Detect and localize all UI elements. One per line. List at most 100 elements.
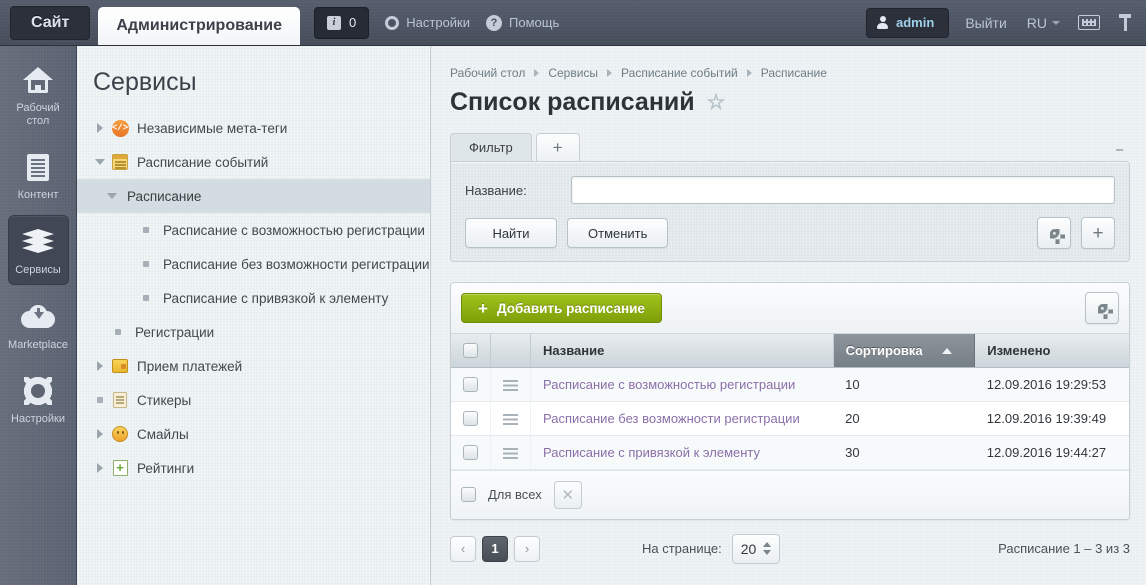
filter-panel: Фильтр + − Название: Найти Отменить + bbox=[450, 133, 1130, 262]
table-row[interactable]: Расписание без возможности регистрации 2… bbox=[451, 401, 1129, 436]
tree-item-stickers[interactable]: Стикеры bbox=[77, 383, 430, 417]
next-page-button[interactable]: › bbox=[514, 535, 540, 562]
row-name-link[interactable]: Расписание без возможности регистрации bbox=[543, 411, 800, 426]
chevron-right-icon[interactable] bbox=[93, 463, 107, 473]
grid-settings-button[interactable] bbox=[1085, 292, 1119, 324]
row-modified-cell: 12.09.2016 19:39:49 bbox=[974, 401, 1129, 436]
tree-item-event-schedule[interactable]: Расписание событий bbox=[77, 145, 430, 179]
rail-item-marketplace[interactable]: Marketplace bbox=[8, 291, 69, 359]
row-name-link[interactable]: Расписание с возможностью регистрации bbox=[543, 377, 795, 392]
chevron-right-icon[interactable] bbox=[93, 361, 107, 371]
menu-icon[interactable] bbox=[503, 413, 518, 425]
select-all-rows-checkbox[interactable] bbox=[461, 487, 476, 502]
collapse-filter-button[interactable]: − bbox=[1115, 143, 1124, 158]
rail-item-desktop[interactable]: Рабочий стол bbox=[8, 54, 69, 135]
breadcrumb-item[interactable]: Расписание событий bbox=[621, 66, 738, 80]
tree-panel-title: Сервисы bbox=[93, 68, 197, 96]
bullet-icon bbox=[143, 227, 149, 233]
pin-icon[interactable] bbox=[1118, 13, 1132, 32]
rail-item-content[interactable]: Контент bbox=[8, 141, 69, 209]
keyboard-icon[interactable] bbox=[1078, 15, 1100, 30]
bullet-icon bbox=[115, 329, 121, 335]
tree-item-smiles[interactable]: Смайлы bbox=[77, 417, 430, 451]
settings-link[interactable]: Настройки bbox=[385, 15, 470, 30]
column-header-sort[interactable]: Сортировка bbox=[833, 334, 976, 368]
grid-footer: Для всех ✕ bbox=[451, 469, 1129, 519]
site-tab[interactable]: Сайт bbox=[10, 5, 91, 40]
tree-item-registrations[interactable]: Регистрации bbox=[77, 315, 430, 349]
user-label: admin bbox=[896, 15, 935, 30]
row-checkbox[interactable] bbox=[463, 411, 478, 427]
chevron-down-icon[interactable] bbox=[105, 193, 119, 199]
user-button[interactable]: admin bbox=[866, 7, 950, 38]
add-schedule-button[interactable]: + Добавить расписание bbox=[461, 293, 662, 323]
filter-name-input[interactable] bbox=[571, 176, 1115, 204]
rail-item-settings[interactable]: Настройки bbox=[8, 365, 69, 433]
tree-item-schedule[interactable]: Расписание bbox=[77, 179, 430, 213]
breadcrumb-item[interactable]: Расписание bbox=[761, 66, 827, 80]
row-checkbox[interactable] bbox=[463, 377, 478, 393]
language-selector[interactable]: RU bbox=[1027, 15, 1060, 31]
filter-tabs: Фильтр + − bbox=[450, 133, 1130, 161]
sticker-icon bbox=[111, 392, 129, 408]
delete-selected-button[interactable]: ✕ bbox=[553, 480, 582, 509]
tab-add-filter[interactable]: + bbox=[535, 133, 580, 161]
table-row[interactable]: Расписание с привязкой к элементу 30 12.… bbox=[451, 435, 1129, 470]
per-page-select[interactable]: 20 bbox=[731, 533, 781, 564]
plus-icon: + bbox=[1092, 222, 1104, 244]
tree-item-ratings[interactable]: Рейтинги bbox=[77, 451, 430, 485]
tree-item-payments[interactable]: Прием платежей bbox=[77, 349, 430, 383]
column-header-modified[interactable]: Изменено bbox=[974, 334, 1129, 368]
menu-icon[interactable] bbox=[503, 379, 518, 391]
logout-link[interactable]: Выйти bbox=[965, 15, 1006, 31]
row-sort-cell: 10 bbox=[833, 367, 975, 402]
prev-page-button[interactable]: ‹ bbox=[450, 535, 476, 562]
breadcrumb: Рабочий стол Сервисы Расписание событий … bbox=[432, 46, 1146, 80]
rail-item-services[interactable]: Сервисы bbox=[7, 215, 69, 285]
help-link[interactable]: ? Помощь bbox=[486, 14, 559, 31]
chevron-right-icon bbox=[746, 69, 752, 77]
chevron-down-icon bbox=[1052, 20, 1060, 25]
site-tab-label: Сайт bbox=[31, 13, 70, 31]
row-actions-cell bbox=[490, 367, 531, 402]
tree-item-label: Рейтинги bbox=[137, 460, 195, 476]
rail-item-marketplace-label: Marketplace bbox=[8, 339, 68, 351]
select-all-checkbox[interactable] bbox=[463, 343, 478, 359]
bullet-icon bbox=[143, 295, 149, 301]
rail-item-settings-label: Настройки bbox=[11, 413, 65, 425]
tree-item-schedule-bound-to-element[interactable]: Расписание с привязкой к элементу bbox=[77, 281, 430, 315]
gear-icon bbox=[1097, 303, 1107, 313]
row-actions-cell bbox=[490, 435, 531, 470]
chevron-down-icon[interactable] bbox=[93, 159, 107, 165]
row-select-cell bbox=[451, 435, 491, 470]
column-header-name[interactable]: Название bbox=[530, 334, 834, 368]
admin-tab[interactable]: Администрирование bbox=[98, 7, 301, 45]
pagination-bar: ‹ 1 › На странице: 20 Расписание 1 – 3 и… bbox=[450, 533, 1130, 564]
tree-item-schedule-without-registration[interactable]: Расписание без возможности регистрации bbox=[77, 247, 430, 281]
cancel-button[interactable]: Отменить bbox=[567, 218, 669, 248]
table-row[interactable]: Расписание с возможностью регистрации 10… bbox=[451, 367, 1129, 402]
row-name-link[interactable]: Расписание с привязкой к элементу bbox=[543, 445, 760, 460]
tab-filter[interactable]: Фильтр bbox=[450, 133, 532, 161]
filter-name-label: Название: bbox=[465, 182, 527, 198]
search-button[interactable]: Найти bbox=[465, 218, 557, 248]
breadcrumb-item[interactable]: Сервисы bbox=[548, 66, 598, 80]
tree-item-meta-tags[interactable]: </> Независимые мета-теги bbox=[77, 111, 430, 145]
gear-icon bbox=[8, 374, 69, 408]
page-1-button[interactable]: 1 bbox=[482, 535, 508, 562]
row-select-cell bbox=[451, 401, 491, 436]
star-icon[interactable]: ☆ bbox=[707, 92, 726, 113]
chevron-right-icon bbox=[607, 69, 613, 77]
chevron-right-icon[interactable] bbox=[93, 429, 107, 439]
breadcrumb-item[interactable]: Рабочий стол bbox=[450, 66, 525, 80]
row-checkbox[interactable] bbox=[463, 445, 478, 461]
chevron-right-icon[interactable] bbox=[93, 123, 107, 133]
filter-add-button[interactable]: + bbox=[1081, 217, 1115, 249]
top-navigation-bar: Сайт Администрирование i 0 Настройки ? П… bbox=[0, 0, 1146, 46]
notifications-button[interactable]: i 0 bbox=[314, 6, 370, 39]
cancel-button-label: Отменить bbox=[588, 225, 648, 241]
menu-icon[interactable] bbox=[503, 447, 518, 459]
tree-item-schedule-with-registration[interactable]: Расписание с возможностью регистрации bbox=[77, 213, 430, 247]
filter-settings-button[interactable] bbox=[1037, 217, 1071, 249]
row-modified-cell: 12.09.2016 19:44:27 bbox=[974, 435, 1129, 470]
